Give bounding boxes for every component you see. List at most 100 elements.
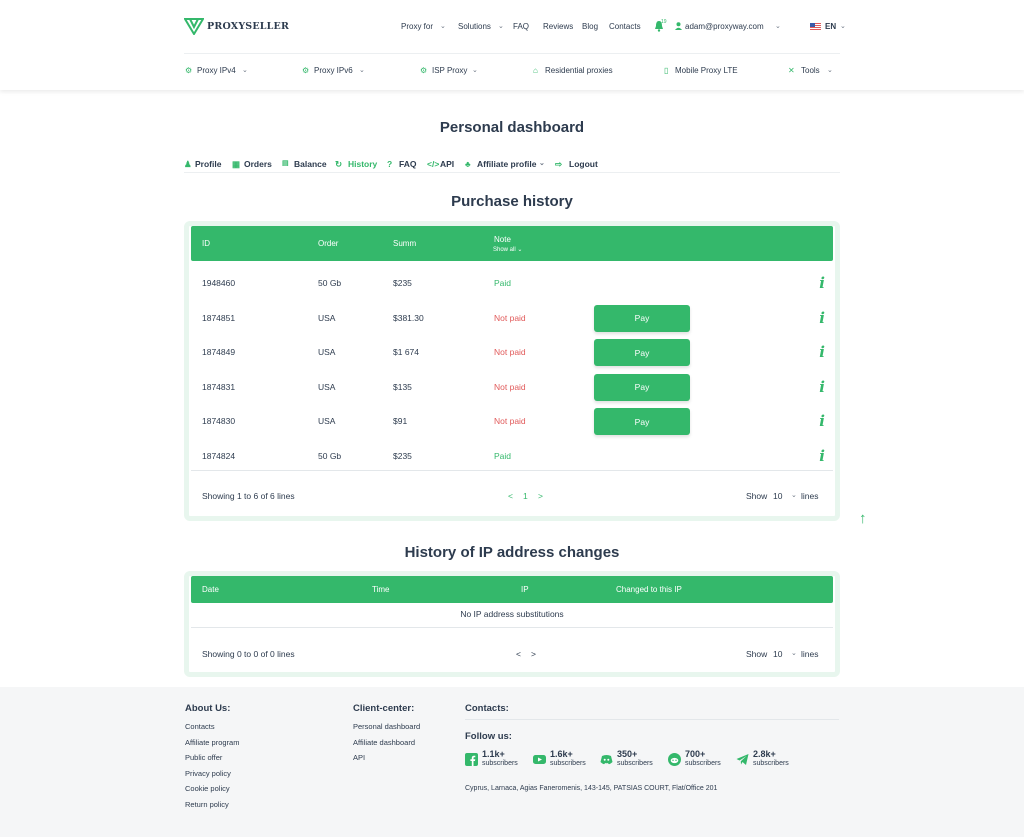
info-icon[interactable]: i	[819, 343, 825, 361]
telegram-icon	[736, 753, 749, 765]
page-number[interactable]: 1	[523, 491, 528, 501]
social-reddit[interactable]: 700+ subscribers	[668, 749, 721, 769]
ip-history-title: History of IP address changes	[404, 544, 620, 561]
social-youtube[interactable]: 1.6k+ subscribers	[533, 749, 586, 769]
reddit-icon	[668, 752, 681, 766]
purchase-table-header: ID Order Summ Note Show all ⌄	[191, 226, 833, 261]
footer-heading: Follow us:	[465, 731, 512, 742]
chevron-down-icon: ⌄	[359, 67, 365, 74]
dashboard-tabs: ♟ Profile ▦ Orders ▤ Balance ↻ History ?…	[184, 159, 840, 173]
home-icon: ⌂	[533, 66, 538, 75]
info-icon[interactable]: i	[819, 274, 825, 292]
menu-residential[interactable]: Residential proxies	[545, 66, 613, 75]
col-date: Date	[202, 585, 219, 594]
history-icon: ↻	[335, 159, 343, 169]
row-order: 50 Gb	[318, 278, 342, 288]
menu-proxy-ipv6[interactable]: Proxy IPv6	[314, 66, 353, 75]
social-count: 1.1k+	[482, 749, 505, 759]
pay-button[interactable]: Pay	[594, 304, 690, 332]
isp-icon: ⚙	[420, 66, 428, 75]
tab-orders[interactable]: Orders	[244, 159, 272, 169]
tab-balance[interactable]: Balance	[294, 159, 327, 169]
facebook-icon	[465, 752, 478, 766]
youtube-icon	[533, 754, 546, 764]
footer-link[interactable]: API	[353, 753, 420, 762]
social-facebook[interactable]: 1.1k+ subscribers	[465, 749, 518, 769]
footer-link[interactable]: Affiliate dashboard	[353, 738, 420, 747]
show-all-toggle[interactable]: Show all ⌄	[493, 246, 522, 253]
table-row: 1874851 USA $381.30 Not paid Pay i	[189, 300, 835, 335]
show-label: Show	[746, 649, 768, 659]
row-order: USA	[318, 381, 336, 392]
footer-link[interactable]: Return policy	[185, 800, 239, 809]
info-icon[interactable]: i	[819, 412, 825, 430]
scroll-to-top-icon[interactable]: ↑	[859, 510, 867, 527]
tab-faq[interactable]: FAQ	[399, 159, 416, 169]
prev-page-button[interactable]: <	[508, 491, 513, 501]
social-count: 350+	[617, 749, 638, 759]
col-changed-ip: Changed to this IP	[616, 585, 682, 594]
orders-icon: ▦	[232, 159, 241, 169]
menu-proxy-ipv4[interactable]: Proxy IPv4	[197, 66, 236, 75]
nav-reviews[interactable]: Reviews	[543, 22, 573, 31]
footer-link[interactable]: Cookie policy	[185, 784, 239, 793]
nav-faq[interactable]: FAQ	[513, 22, 529, 31]
tools-icon: ✕	[788, 66, 795, 75]
tab-affiliate-profile[interactable]: Affiliate profile	[477, 159, 537, 169]
ipv4-icon: ⚙	[185, 66, 193, 75]
menu-mobile-lte[interactable]: Mobile Proxy LTE	[675, 66, 738, 75]
info-icon[interactable]: i	[819, 447, 825, 465]
row-id: 1948460	[202, 278, 236, 288]
footer-link[interactable]: Contacts	[185, 722, 239, 731]
info-icon[interactable]: i	[819, 378, 825, 396]
footer-link[interactable]: Affiliate program	[185, 738, 239, 747]
col-order: Order	[318, 239, 339, 248]
footer-heading: Client-center:	[353, 703, 415, 714]
tab-logout[interactable]: Logout	[569, 159, 598, 169]
pay-button[interactable]: Pay	[594, 373, 690, 401]
footer-link[interactable]: Personal dashboard	[353, 722, 420, 731]
status-badge: Paid	[494, 451, 512, 461]
page-size-select[interactable]: 10	[773, 491, 782, 501]
nav-blog[interactable]: Blog	[582, 22, 598, 31]
nav-proxy-for[interactable]: Proxy for	[401, 22, 433, 31]
prev-page-button[interactable]: <	[516, 649, 521, 659]
next-page-button[interactable]: >	[538, 491, 543, 501]
info-icon[interactable]: i	[819, 309, 825, 327]
tab-profile[interactable]: Profile	[195, 159, 221, 169]
logout-icon: ⇨	[555, 159, 563, 169]
tab-history[interactable]: History	[348, 159, 377, 169]
social-discord[interactable]: 350+ subscribers	[600, 749, 653, 769]
col-id: ID	[202, 239, 210, 248]
row-order: 50 Gb	[318, 451, 342, 461]
menu-isp-proxy[interactable]: ISP Proxy	[432, 66, 467, 75]
status-badge: Not paid	[494, 312, 526, 323]
menu-tools[interactable]: Tools	[801, 66, 820, 75]
footer-link[interactable]: Public offer	[185, 753, 239, 762]
col-note: Note	[494, 235, 511, 244]
page-size-select[interactable]: 10	[773, 649, 782, 659]
social-label: subscribers	[550, 760, 586, 767]
nav-contacts[interactable]: Contacts	[609, 22, 641, 31]
footer-link[interactable]: Privacy policy	[185, 769, 239, 778]
social-telegram[interactable]: 2.8k+ subscribers	[736, 749, 789, 769]
us-flag-icon	[810, 23, 821, 32]
status-badge: Not paid	[494, 416, 526, 427]
pay-button[interactable]: Pay	[594, 339, 690, 367]
chevron-down-icon: ⌄	[440, 23, 446, 30]
row-id: 1874851	[202, 312, 236, 323]
nav-solutions[interactable]: Solutions	[458, 22, 491, 31]
pay-button[interactable]: Pay	[594, 408, 690, 436]
col-ip: IP	[521, 585, 529, 594]
divider	[191, 627, 833, 628]
status-badge: Not paid	[494, 347, 526, 358]
language-selector[interactable]: EN	[825, 22, 836, 31]
show-label: Show	[746, 491, 768, 501]
discord-icon	[600, 754, 613, 764]
next-page-button[interactable]: >	[531, 649, 536, 659]
tab-api[interactable]: API	[440, 159, 454, 169]
logo[interactable]: PROXYSELLER	[184, 17, 289, 35]
row-summ: $135	[393, 381, 412, 392]
account-email[interactable]: adam@proxyway.com	[685, 22, 764, 31]
footer-heading: About Us:	[185, 703, 231, 714]
